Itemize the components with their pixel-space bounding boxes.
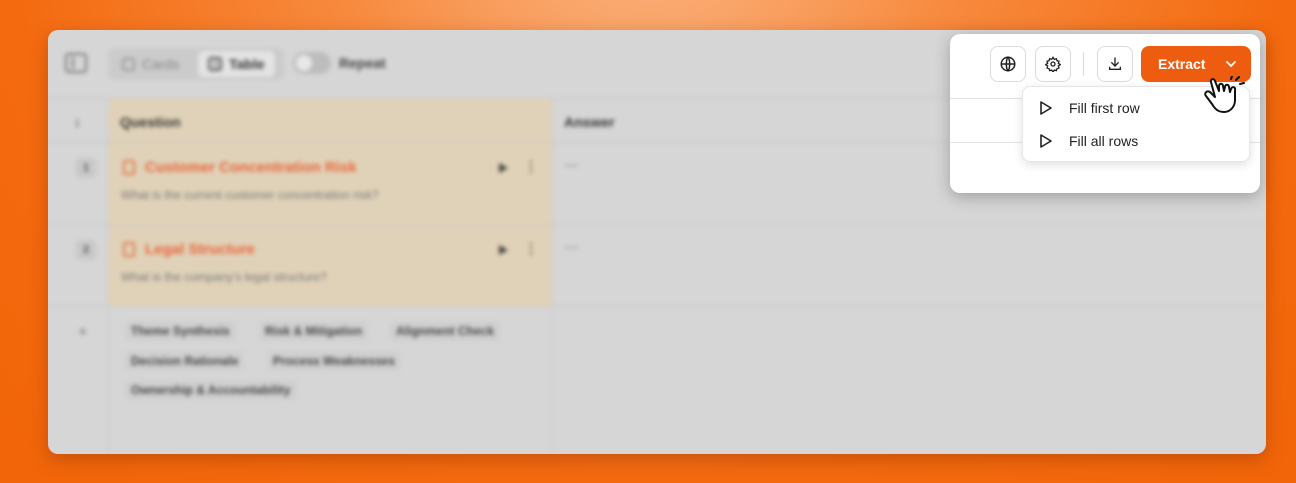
add-row-button[interactable]: +: [78, 324, 87, 342]
row-divider: [48, 225, 1266, 226]
template-chip[interactable]: Risk & Mitigation: [259, 321, 369, 341]
gear-icon: [1045, 56, 1061, 72]
download-button[interactable]: [1097, 46, 1133, 82]
repeat-toggle[interactable]: [293, 52, 331, 74]
row-divider: [48, 306, 1266, 307]
view-switcher: Cards Table: [108, 48, 284, 80]
header-question-cell[interactable]: Question: [108, 98, 552, 142]
column-divider: [108, 98, 109, 454]
answer-header: Answer: [564, 114, 615, 130]
play-icon: [1040, 134, 1052, 148]
document-icon: [123, 242, 135, 257]
toolbar-separator: [1083, 52, 1084, 76]
template-chip[interactable]: Ownership & Accountability: [125, 380, 297, 400]
toolbar-spotlight-panel: Extract Fill first row Fill all rows: [950, 34, 1260, 193]
view-table-label: Table: [229, 56, 265, 72]
extract-label: Extract: [1158, 56, 1206, 72]
template-chip[interactable]: Decision Rationale: [125, 351, 245, 371]
play-icon: [1040, 101, 1052, 115]
question-header: Question: [120, 114, 181, 130]
question-description: What is the company's legal structure?: [121, 270, 327, 284]
header-num-cell: ↕: [48, 98, 108, 142]
square-icon: [122, 57, 135, 71]
question-title[interactable]: Legal Structure: [145, 241, 255, 258]
column-divider: [552, 98, 553, 454]
view-cards-label: Cards: [142, 56, 180, 72]
chevron-down-icon[interactable]: [1225, 59, 1237, 69]
table-icon: [208, 57, 222, 71]
more-options-icon[interactable]: ⋮: [524, 158, 538, 175]
more-options-icon[interactable]: ⋮: [524, 240, 538, 257]
document-icon: [123, 160, 135, 175]
question-description: What is the current customer concentrati…: [121, 188, 379, 202]
template-chip[interactable]: Alignment Check: [390, 321, 501, 341]
globe-button[interactable]: [990, 46, 1026, 82]
menu-item-label: Fill first row: [1069, 100, 1140, 116]
globe-icon: [1000, 56, 1016, 72]
question-title[interactable]: Customer Concentration Risk: [145, 159, 357, 176]
settings-button[interactable]: [1035, 46, 1071, 82]
template-chip[interactable]: Process Weaknesses: [267, 351, 401, 371]
answer-cell: —: [565, 239, 578, 254]
sidebar-toggle-icon[interactable]: [65, 53, 87, 73]
repeat-label: Repeat: [339, 55, 386, 71]
play-icon[interactable]: [499, 245, 508, 255]
answer-cell: —: [565, 157, 578, 172]
pointer-hand-icon: [1204, 76, 1245, 113]
menu-item-fill-all-rows[interactable]: Fill all rows: [1023, 125, 1249, 157]
template-chip[interactable]: Theme Synthesis: [125, 321, 236, 341]
view-table-button[interactable]: Table: [198, 51, 275, 77]
menu-item-label: Fill all rows: [1069, 133, 1139, 149]
play-icon[interactable]: [499, 163, 508, 173]
download-icon: [1109, 57, 1121, 70]
row-number: 1: [76, 158, 96, 178]
view-cards-button[interactable]: Cards: [112, 51, 189, 77]
sort-icon[interactable]: ↕: [74, 114, 81, 130]
row-number: 2: [76, 240, 96, 260]
